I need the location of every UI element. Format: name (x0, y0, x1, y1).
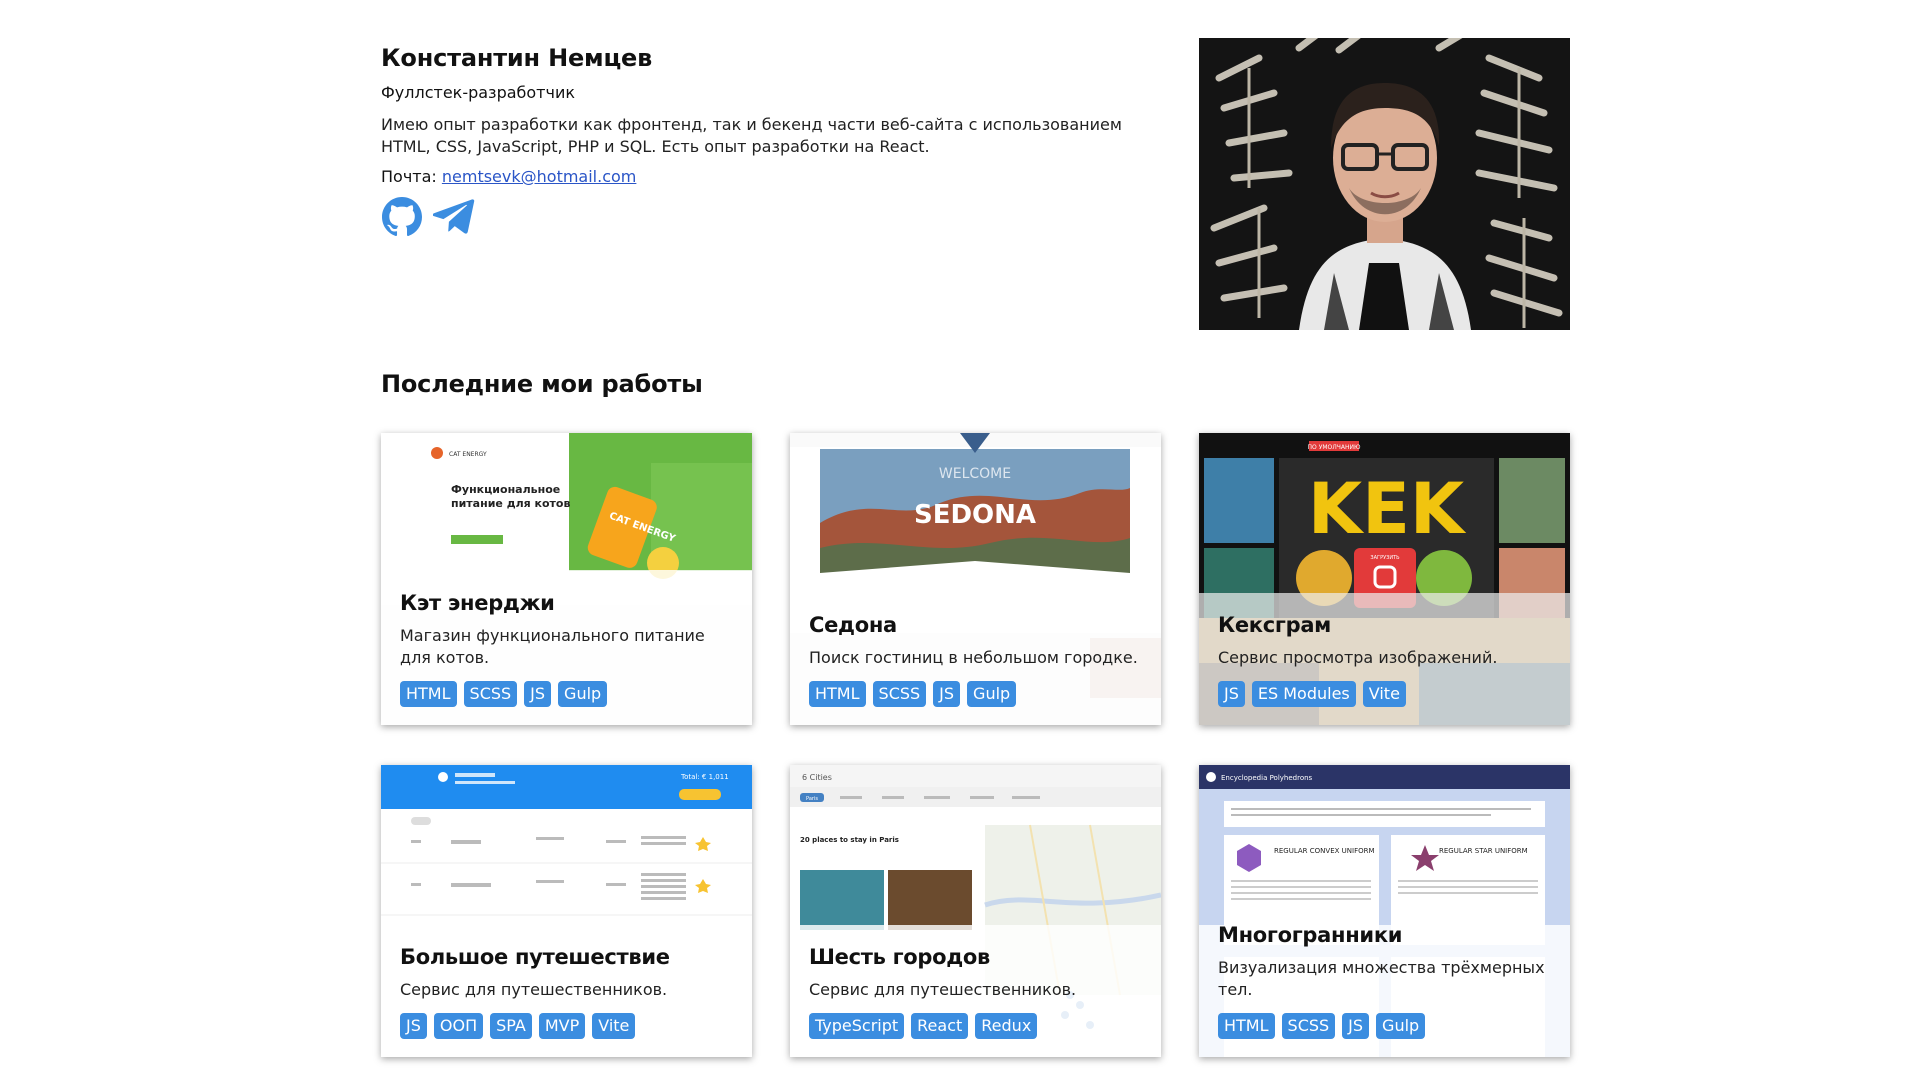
work-desc: Сервис для путешественников. (400, 980, 668, 999)
tag: JS (933, 681, 961, 707)
tag: React (911, 1013, 969, 1039)
work-card-big-trip[interactable]: Total: € 1,011 Большое путешествие Серви… (381, 765, 752, 1057)
shot-upload: ЗАГРУЗИТЬ (1370, 555, 1400, 561)
tag: ООП (433, 1013, 484, 1039)
work-card-sedona[interactable]: WELCOME SEDONA Седона Поиск гостиниц в н… (790, 433, 1161, 725)
tag: Gulp (558, 681, 608, 707)
tag: Redux (975, 1013, 1038, 1039)
profile-mail: Почта: nemtsevk@hotmail.com (381, 166, 1161, 188)
profile-section: Константин Немцев Фуллстек-разработчик И… (381, 0, 1570, 330)
work-title: Шесть городов (809, 945, 991, 969)
work-tags: JS ООП SPA MVP Vite (400, 1013, 738, 1039)
tag: SCSS (463, 681, 518, 707)
tag: JS (400, 1013, 427, 1039)
shot-welcome: WELCOME (939, 466, 1011, 482)
page: Константин Немцев Фуллстек-разработчик И… (381, 0, 1570, 1057)
work-tags: TypeScript React Redux (809, 1013, 1147, 1039)
profile-role: Фуллстек-разработчик (381, 83, 576, 102)
work-tags: HTML SCSS JS Gulp (1218, 1013, 1556, 1039)
work-desc: Магазин функционального питание для кото… (400, 626, 705, 667)
shot-city: SEDONA (914, 500, 1036, 530)
work-card-kekstagram[interactable]: ПО УМОЛЧАНИЮ KEK ЗАГРУЗИТЬ Кексграм Серв… (1199, 433, 1570, 725)
work-desc: Визуализация множества трёхмерных тел. (1218, 958, 1545, 999)
work-card-cat-energy[interactable]: CAT ENERGY Функциональное питание для ко… (381, 433, 752, 725)
work-title: Многогранники (1218, 923, 1403, 947)
works-title: Последние мои работы (381, 370, 703, 398)
work-card-polyhedrons[interactable]: Encyclopedia Polyhedrons REGULAR CONVEX … (1199, 765, 1570, 1057)
shot-active: Paris (806, 796, 818, 802)
work-card-six-cities[interactable]: 6 Cities Paris 20 places to stay in Pari… (790, 765, 1161, 1057)
shot-logo: 6 Cities (802, 773, 832, 782)
tag: HTML (809, 681, 866, 707)
mail-label: Почта: (381, 167, 442, 186)
shot-total: Total: € 1,011 (680, 773, 729, 781)
shot-box1: REGULAR CONVEX UNIFORM (1274, 847, 1375, 855)
work-title: Кэт энерджи (400, 591, 555, 615)
work-tags: HTML SCSS JS Gulp (809, 681, 1147, 707)
profile-photo (1199, 38, 1570, 330)
shot-tab: ПО УМОЛЧАНИЮ (1308, 444, 1361, 451)
work-title: Кексграм (1218, 613, 1332, 637)
tag: JS (524, 681, 552, 707)
shot-header: Encyclopedia Polyhedrons (1221, 774, 1313, 782)
tag: TypeScript (809, 1013, 905, 1039)
shot-word: KEK (1308, 468, 1467, 550)
work-title: Седона (809, 613, 897, 637)
tag: ES Modules (1251, 681, 1356, 707)
work-title: Большое путешествие (400, 945, 670, 969)
svg-text:Функциональное: Функциональное (451, 483, 560, 496)
profile-about: Имею опыт разработки как фронтенд, так и… (381, 115, 1122, 156)
tag: Vite (1362, 681, 1406, 707)
work-tags: JS ES Modules Vite (1218, 681, 1556, 707)
shot-heading: 20 places to stay in Paris (800, 836, 899, 844)
work-desc: Сервис просмотра изображений. (1218, 648, 1498, 667)
shot-box2: REGULAR STAR UNIFORM (1439, 847, 1528, 855)
mail-link[interactable]: nemtsevk@hotmail.com (442, 167, 637, 186)
tag: Gulp (967, 681, 1017, 707)
tag: MVP (538, 1013, 586, 1039)
tag: SCSS (872, 681, 927, 707)
tag: SPA (490, 1013, 532, 1039)
tag: SCSS (1281, 1013, 1336, 1039)
tag: Gulp (1376, 1013, 1426, 1039)
tag: HTML (400, 681, 457, 707)
svg-text:питание для котов: питание для котов (451, 497, 570, 510)
shot-brand: CAT ENERGY (449, 451, 487, 458)
github-icon[interactable] (381, 196, 423, 238)
tag: HTML (1218, 1013, 1275, 1039)
tag: Vite (592, 1013, 636, 1039)
tag: JS (1218, 681, 1245, 707)
socials (381, 196, 1161, 238)
work-desc: Поиск гостиниц в небольшом городке. (809, 648, 1138, 667)
telegram-icon[interactable] (433, 196, 475, 238)
work-desc: Сервис для путешественников. (809, 980, 1077, 999)
profile-name: Константин Немцев (381, 44, 653, 72)
profile-info: Константин Немцев Фуллстек-разработчик И… (381, 42, 1161, 238)
tag: JS (1342, 1013, 1370, 1039)
work-tags: HTML SCSS JS Gulp (400, 681, 738, 707)
